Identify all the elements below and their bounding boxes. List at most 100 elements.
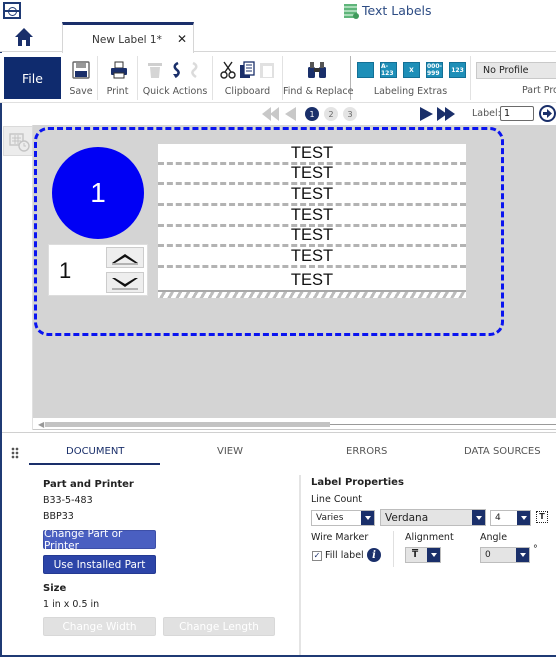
font-size-value: 4 <box>495 513 501 523</box>
tab-data-sources[interactable]: DATA SOURCES <box>464 446 541 457</box>
alignment-label: Alignment <box>405 532 454 543</box>
dropdown-arrow-icon <box>516 548 529 562</box>
file-button[interactable]: File <box>4 57 61 99</box>
previous-page-icon[interactable] <box>285 107 296 121</box>
label-number-input[interactable] <box>500 106 534 121</box>
page-1-button[interactable]: 1 <box>305 107 319 121</box>
font-value: Verdana <box>385 511 429 524</box>
stepper-down-button[interactable] <box>106 272 144 293</box>
size-value: 1 in x 0.5 in <box>43 599 100 610</box>
angle-select[interactable]: 0 <box>480 547 530 563</box>
excel-import-icon[interactable]: X <box>403 62 420 78</box>
date-time-tool[interactable] <box>3 126 33 156</box>
clipboard-label: Clipboard <box>224 86 271 97</box>
drag-grip-icon[interactable] <box>11 447 19 459</box>
print-label: Print <box>106 86 129 97</box>
database-icon[interactable] <box>357 62 374 78</box>
tab-errors[interactable]: ERRORS <box>346 446 387 457</box>
ribbon: File Save Print Quick Actions Clipboard … <box>0 53 556 103</box>
stepper-up-button[interactable] <box>106 247 144 268</box>
text-line[interactable]: TEST <box>158 206 466 227</box>
text-line[interactable]: TEST <box>158 144 466 165</box>
next-page-icon[interactable] <box>420 107 433 121</box>
text-format-icon[interactable]: T <box>536 511 548 523</box>
chevron-up-icon <box>112 253 138 264</box>
home-icon[interactable] <box>14 27 34 47</box>
font-size-select[interactable]: 4 <box>490 510 531 526</box>
paste-icon[interactable] <box>259 61 275 79</box>
page-3-button[interactable]: 3 <box>343 107 357 121</box>
tab-view[interactable]: VIEW <box>217 446 243 457</box>
tab-new-label[interactable]: New Label 1* ✕ <box>62 22 194 53</box>
scroll-left-icon[interactable]: ◀ <box>38 420 44 429</box>
quick-actions-group: Quick Actions <box>138 56 213 100</box>
app-title-text: Text Labels <box>362 3 432 18</box>
degree-symbol: ° <box>533 544 538 555</box>
go-to-label-button[interactable] <box>539 105 556 122</box>
stepper-value: 1 <box>59 258 72 283</box>
page-2-button[interactable]: 2 <box>324 107 338 121</box>
label-outline[interactable]: 1 1 TEST TEST TEST TEST TEST TEST TEST <box>34 127 504 336</box>
close-tab-icon[interactable]: ✕ <box>177 32 187 46</box>
scrollbar-thumb[interactable] <box>45 422 330 427</box>
label-text-area[interactable]: TEST TEST TEST TEST TEST TEST TEST <box>158 144 466 298</box>
column-divider <box>393 531 394 567</box>
find-replace-button[interactable]: Find & Replace <box>283 56 354 100</box>
change-part-or-printer-button[interactable]: Change Part or Printer <box>43 528 156 552</box>
label-navigation: 1 2 3 Label: <box>34 103 556 125</box>
serial-icon[interactable]: 000-999 <box>426 62 443 78</box>
save-label: Save <box>69 86 93 97</box>
text-line[interactable]: TEST <box>158 165 466 186</box>
first-page-icon-b[interactable] <box>270 107 279 121</box>
info-icon[interactable]: i <box>367 548 381 562</box>
horizontal-scrollbar[interactable]: ◀ <box>33 418 556 430</box>
last-page-icon-b[interactable] <box>445 107 455 121</box>
cut-icon[interactable] <box>220 61 236 79</box>
wire-marker-label: Wire Marker <box>311 532 369 543</box>
alignment-select[interactable]: T <box>405 547 441 563</box>
label-properties-title: Label Properties <box>311 477 404 488</box>
clipboard-group: Clipboard <box>213 56 283 100</box>
use-installed-part-button[interactable]: Use Installed Part <box>43 555 156 574</box>
label-canvas: 1 1 TEST TEST TEST TEST TEST TEST TEST <box>33 125 556 418</box>
binoculars-icon <box>308 62 326 78</box>
tab-document[interactable]: DOCUMENT <box>66 446 124 457</box>
text-line[interactable]: TEST <box>158 227 466 248</box>
fill-label-checkbox[interactable]: ✓ <box>312 551 322 561</box>
label-number-circle: 1 <box>52 147 144 239</box>
line-count-label: Line Count <box>311 494 363 505</box>
numbering-icon[interactable]: 123 <box>449 62 466 78</box>
calendar-clock-icon <box>9 133 30 152</box>
part-number: B33-5-483 <box>43 495 93 506</box>
text-line[interactable]: TEST <box>158 185 466 207</box>
part-profile-select[interactable]: No Profile <box>476 62 556 79</box>
copy-icon[interactable] <box>239 61 255 79</box>
active-tab-indicator <box>29 463 160 465</box>
undo-icon[interactable] <box>169 61 183 79</box>
text-line[interactable]: TEST <box>158 268 466 289</box>
labeling-extras-label: Labeling Extras <box>373 86 448 97</box>
left-tool-strip <box>2 125 33 430</box>
delete-icon[interactable] <box>147 61 163 79</box>
line-count-select[interactable]: Varies <box>311 510 375 526</box>
font-select[interactable]: Verdana <box>380 509 486 526</box>
print-button[interactable]: Print <box>98 56 138 100</box>
dropdown-arrow-icon <box>427 548 440 562</box>
change-width-button[interactable]: Change Width <box>43 617 156 636</box>
fill-label-text: Fill label <box>325 550 364 561</box>
properties-panel: DOCUMENT VIEW ERRORS DATA SOURCES Part a… <box>2 432 556 655</box>
angle-label: Angle <box>480 532 508 543</box>
app-logo-icon[interactable] <box>3 2 21 19</box>
line-stepper[interactable]: 1 <box>48 244 148 296</box>
find-replace-label: Find & Replace <box>283 86 354 97</box>
arrow-right-icon <box>543 109 552 118</box>
sequence-icon[interactable]: A-123 <box>380 62 397 78</box>
text-line[interactable]: TEST <box>158 247 466 269</box>
save-button[interactable]: Save <box>65 56 98 100</box>
redo-icon[interactable] <box>188 61 202 79</box>
change-length-button[interactable]: Change Length <box>163 617 275 636</box>
quick-actions-label: Quick Actions <box>142 86 208 97</box>
part-profile-label: Part Profile <box>522 85 556 96</box>
label-field-caption: Label: <box>472 108 501 119</box>
scrollbar-track <box>330 424 556 425</box>
